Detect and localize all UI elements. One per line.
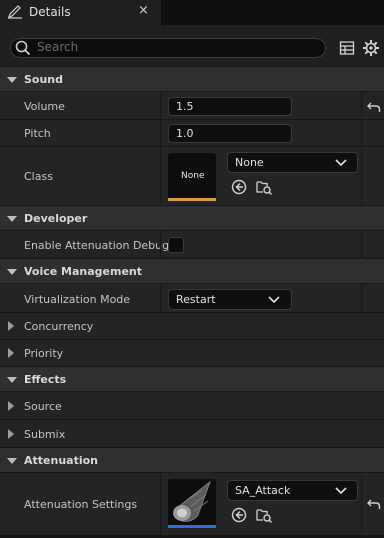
chevron-down-icon[interactable] (7, 376, 17, 384)
chevron-right-icon[interactable] (8, 321, 14, 331)
browse-asset-icon[interactable] (256, 179, 272, 195)
use-selected-asset-icon[interactable] (231, 507, 247, 523)
property-label: Submix (24, 428, 66, 441)
asset-type-underline (168, 525, 216, 528)
category-label: Sound (24, 73, 64, 86)
chevron-down-icon[interactable] (7, 457, 17, 465)
search-icon (15, 40, 31, 56)
category-label: Developer (24, 212, 88, 225)
tab-title: Details (29, 5, 71, 19)
details-pencil-icon (8, 5, 22, 19)
search-input[interactable] (37, 40, 317, 54)
reset-column-divider (361, 473, 362, 536)
column-divider[interactable] (160, 473, 161, 536)
reset-column-divider (361, 92, 362, 206)
column-divider[interactable] (160, 92, 161, 206)
pitch-field[interactable] (168, 124, 292, 143)
column-divider[interactable] (160, 284, 161, 313)
gear-icon[interactable] (362, 39, 380, 57)
table-view-icon[interactable] (339, 40, 355, 56)
chevron-right-icon[interactable] (8, 348, 14, 358)
property-label: Volume (24, 100, 65, 113)
category-label: Attenuation (24, 454, 98, 467)
property-label: Enable Attenuation Debug (24, 239, 170, 252)
chevron-right-icon[interactable] (8, 429, 14, 439)
property-label: Class (24, 170, 53, 183)
attenuation-shape-icon (173, 480, 211, 522)
column-divider[interactable] (160, 231, 161, 259)
chevron-right-icon[interactable] (8, 401, 14, 411)
property-label: Attenuation Settings (24, 498, 138, 511)
dropdown-value: SA_Attack (235, 484, 291, 497)
chevron-down-icon[interactable] (7, 76, 17, 84)
category-label: Effects (24, 373, 67, 386)
property-label: Concurrency (24, 320, 94, 333)
reset-column-divider (361, 231, 362, 259)
reset-to-default-icon[interactable] (367, 101, 381, 113)
enable-attenuation-debug-checkbox[interactable] (168, 237, 184, 253)
category-label: Voice Management (24, 265, 143, 278)
property-label: Pitch (24, 127, 51, 140)
thumbnail-label: None (181, 171, 205, 181)
dropdown-value: None (235, 156, 264, 169)
browse-asset-icon[interactable] (256, 507, 272, 523)
property-label: Priority (24, 347, 64, 360)
use-selected-asset-icon[interactable] (231, 179, 247, 195)
chevron-down-icon (335, 487, 347, 495)
property-label: Source (24, 400, 62, 413)
chevron-down-icon[interactable] (7, 268, 17, 276)
class-asset-thumbnail[interactable]: None (168, 153, 216, 201)
asset-type-underline (168, 198, 216, 201)
dropdown-value: Restart (176, 293, 216, 306)
reset-to-default-icon[interactable] (367, 498, 381, 510)
reset-column-divider (361, 284, 362, 313)
chevron-down-icon (335, 159, 347, 167)
volume-field[interactable] (168, 97, 292, 116)
chevron-down-icon[interactable] (7, 215, 17, 223)
close-tab-icon[interactable]: × (138, 3, 149, 18)
attenuation-asset-thumbnail[interactable] (168, 479, 216, 527)
chevron-down-icon (268, 296, 280, 304)
property-label: Virtualization Mode (24, 293, 131, 306)
details-tab[interactable] (0, 0, 161, 25)
